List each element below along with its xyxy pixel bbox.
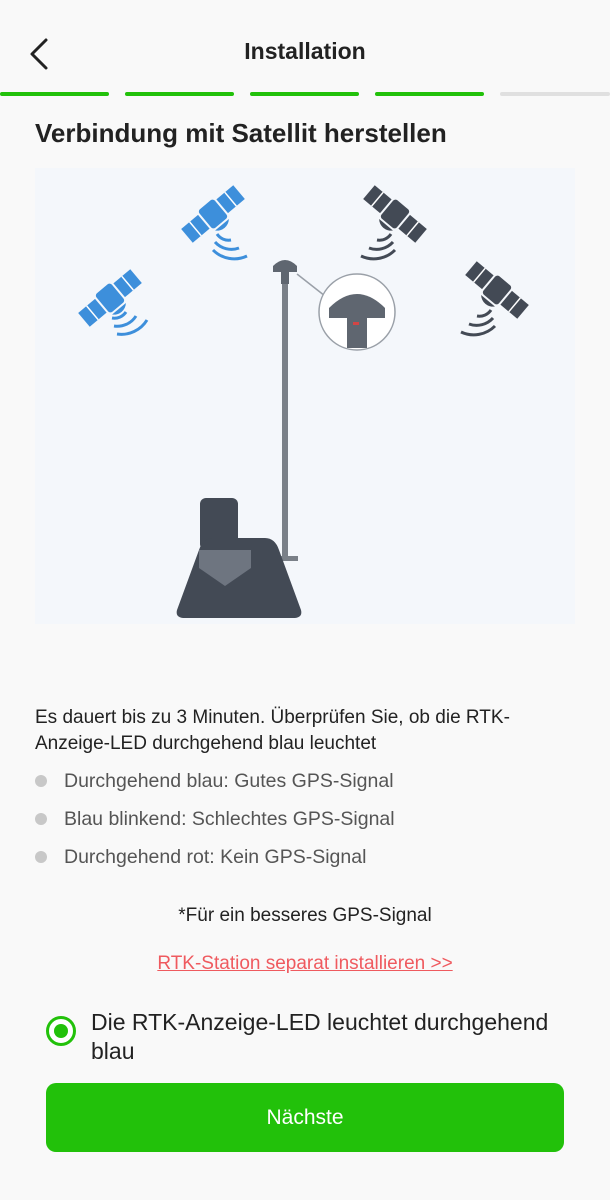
step-heading: Verbindung mit Satellit herstellen bbox=[35, 118, 447, 148]
satellite-blue-icon bbox=[78, 269, 142, 327]
satellite-dark-icon bbox=[363, 185, 427, 243]
list-item: Durchgehend rot: Kein GPS-Signal bbox=[35, 844, 575, 882]
install-separately-link[interactable]: RTK-Station separat installieren >> bbox=[0, 953, 610, 975]
led-status-list: Durchgehend blau: Gutes GPS-Signal Blau … bbox=[35, 768, 575, 882]
list-item-label: Blau blinkend: Schlechtes GPS-Signal bbox=[64, 808, 395, 830]
gps-note: *Für ein besseres GPS-Signal bbox=[178, 905, 432, 926]
progress-step-2 bbox=[125, 92, 234, 96]
progress-step-3 bbox=[250, 92, 359, 96]
antenna-pole-icon bbox=[260, 260, 298, 561]
bullet-dot bbox=[35, 775, 47, 787]
rtk-station-satellite-illustration bbox=[35, 168, 575, 624]
bullet-dot bbox=[35, 813, 47, 825]
led-confirm-label: Die RTK-Anzeige-LED leuchtet durchgehend… bbox=[91, 1009, 549, 1064]
installation-screen: Installation Verbindung mit Satellit her… bbox=[0, 0, 610, 1200]
led-confirm-radio[interactable] bbox=[46, 1016, 76, 1046]
page-title: Installation bbox=[244, 38, 366, 64]
progress-step-4 bbox=[375, 92, 484, 96]
next-button[interactable]: Nächste bbox=[46, 1083, 564, 1152]
instruction-text: Es dauert bis zu 3 Minuten. Überprüfen S… bbox=[35, 707, 510, 754]
radio-checked-dot bbox=[54, 1024, 68, 1038]
list-item-label: Durchgehend blau: Gutes GPS-Signal bbox=[64, 770, 394, 792]
satellite-dark-icon bbox=[465, 261, 529, 319]
progress-step-1 bbox=[0, 92, 109, 96]
progress-step-5 bbox=[500, 92, 610, 96]
list-item: Durchgehend blau: Gutes GPS-Signal bbox=[35, 768, 575, 806]
list-item-label: Durchgehend rot: Kein GPS-Signal bbox=[64, 846, 367, 868]
led-confirm-option[interactable]: Die RTK-Anzeige-LED leuchtet durchgehend… bbox=[46, 1008, 586, 1068]
bullet-dot bbox=[35, 851, 47, 863]
antenna-detail-icon bbox=[318, 273, 396, 351]
satellite-blue-icon bbox=[181, 185, 245, 243]
step-progress bbox=[0, 92, 610, 97]
list-item: Blau blinkend: Schlechtes GPS-Signal bbox=[35, 806, 575, 844]
header: Installation bbox=[0, 0, 610, 95]
